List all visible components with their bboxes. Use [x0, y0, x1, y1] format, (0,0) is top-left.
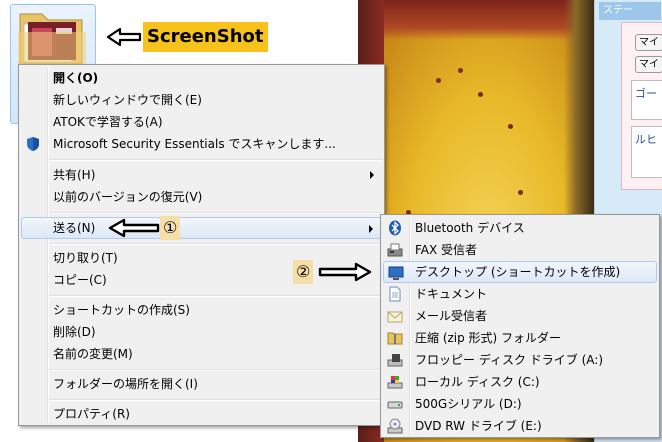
- menu-item-label: ローカル ディスク (C:): [415, 375, 540, 389]
- menu-item-label: デスクトップ (ショートカットを作成): [415, 265, 621, 279]
- sendto-desktop[interactable]: デスクトップ (ショートカットを作成): [383, 261, 657, 283]
- left-arrow-icon: [106, 27, 142, 47]
- sendto-disk-d[interactable]: 500Gシリアル (D:): [383, 393, 657, 415]
- menu-item-label: ドキュメント: [415, 287, 488, 301]
- menu-item-label: コピー(C): [53, 273, 107, 287]
- zip-folder-icon: [387, 332, 403, 345]
- menu-item-label: FAX 受信者: [415, 243, 478, 257]
- bluetooth-icon: [389, 220, 401, 236]
- side-tab[interactable]: ステー: [599, 2, 661, 20]
- menu-item-label: 開く(O): [53, 71, 99, 85]
- menu-item-label: Bluetooth デバイス: [415, 221, 525, 235]
- menu-item-rename[interactable]: 名前の変更(M): [21, 343, 382, 365]
- menu-item-label: 以前のバージョンの復元(V): [53, 190, 203, 204]
- side-box-1: ゴー: [631, 80, 662, 120]
- dvd-drive-icon: [387, 418, 403, 434]
- menu-item-label: 名前の変更(M): [53, 347, 133, 361]
- submenu-arrow-icon: [370, 171, 374, 179]
- sendto-dvd-e[interactable]: DVD RW ドライブ (E:): [383, 415, 657, 437]
- local-disk-icon: [387, 376, 403, 389]
- menu-item-open[interactable]: 開く(O): [21, 67, 382, 89]
- side-box-2: ルヒ: [631, 126, 662, 178]
- context-menu: 開く(O) 新しいウィンドウで開く(E) ATOKで学習する(A) Micros…: [18, 64, 385, 426]
- step1-arrow-icon: [108, 218, 160, 238]
- security-essentials-icon: [27, 137, 39, 151]
- side-button-2[interactable]: マイ: [635, 56, 662, 73]
- menu-item-label: ショートカットの作成(S): [53, 303, 190, 317]
- menu-item-label: 新しいウィンドウで開く(E): [53, 93, 202, 107]
- sendto-documents[interactable]: ドキュメント: [383, 283, 657, 305]
- menu-item-label: フォルダーの場所を開く(I): [53, 377, 198, 391]
- menu-item-label: 削除(D): [53, 325, 96, 339]
- menu-item-scan[interactable]: Microsoft Security Essentials でスキャンします..…: [21, 133, 382, 155]
- menu-item-share[interactable]: 共有(H): [21, 164, 382, 186]
- sendto-zip[interactable]: 圧縮 (zip 形式) フォルダー: [383, 327, 657, 349]
- menu-item-label: フロッピー ディスク ドライブ (A:): [415, 353, 604, 367]
- menu-item-atok[interactable]: ATOKで学習する(A): [21, 111, 382, 133]
- menu-item-label: 500Gシリアル (D:): [415, 397, 522, 411]
- menu-item-open-folder-location[interactable]: フォルダーの場所を開く(I): [21, 373, 382, 395]
- side-button-1[interactable]: マイ: [635, 34, 662, 51]
- step2-arrow-icon: [318, 262, 372, 282]
- menu-item-label: プロパティ(R): [53, 407, 130, 421]
- sendto-local-disk-c[interactable]: ローカル ディスク (C:): [383, 371, 657, 393]
- menu-item-label: 送る(N): [53, 221, 96, 235]
- floppy-drive-icon: [387, 354, 403, 367]
- menu-item-label: 切り取り(T): [53, 251, 118, 265]
- hard-disk-icon: [387, 401, 403, 409]
- sendto-fax[interactable]: FAX 受信者: [383, 239, 657, 261]
- mail-icon: [387, 311, 403, 323]
- submenu-arrow-icon: [369, 225, 373, 233]
- menu-item-label: DVD RW ドライブ (E:): [415, 419, 542, 433]
- step2-badge: ②: [293, 260, 314, 284]
- sendto-mail[interactable]: メール受信者: [383, 305, 657, 327]
- menu-item-label: 共有(H): [53, 168, 96, 182]
- menu-item-properties[interactable]: プロパティ(R): [21, 403, 382, 425]
- menu-item-send-to[interactable]: 送る(N): [21, 217, 382, 239]
- menu-item-label: ATOKで学習する(A): [53, 115, 163, 129]
- folder-icon[interactable]: [18, 10, 86, 66]
- send-to-submenu: Bluetooth デバイス FAX 受信者 デスクトップ (ショートカットを作…: [380, 214, 660, 438]
- screenshot-label: ScreenShot: [143, 22, 268, 52]
- menu-item-create-shortcut[interactable]: ショートカットの作成(S): [21, 299, 382, 321]
- document-icon: [389, 286, 401, 302]
- menu-item-label: Microsoft Security Essentials でスキャンします..…: [53, 137, 336, 151]
- menu-item-open-new-window[interactable]: 新しいウィンドウで開く(E): [21, 89, 382, 111]
- sendto-floppy[interactable]: フロッピー ディスク ドライブ (A:): [383, 349, 657, 371]
- menu-item-restore[interactable]: 以前のバージョンの復元(V): [21, 186, 382, 208]
- fax-icon: [387, 243, 403, 257]
- sendto-bluetooth[interactable]: Bluetooth デバイス: [383, 217, 657, 239]
- menu-item-delete[interactable]: 削除(D): [21, 321, 382, 343]
- desktop-icon: [388, 266, 404, 280]
- step1-badge: ①: [160, 216, 181, 240]
- menu-item-label: 圧縮 (zip 形式) フォルダー: [415, 331, 562, 345]
- menu-item-label: メール受信者: [415, 309, 488, 323]
